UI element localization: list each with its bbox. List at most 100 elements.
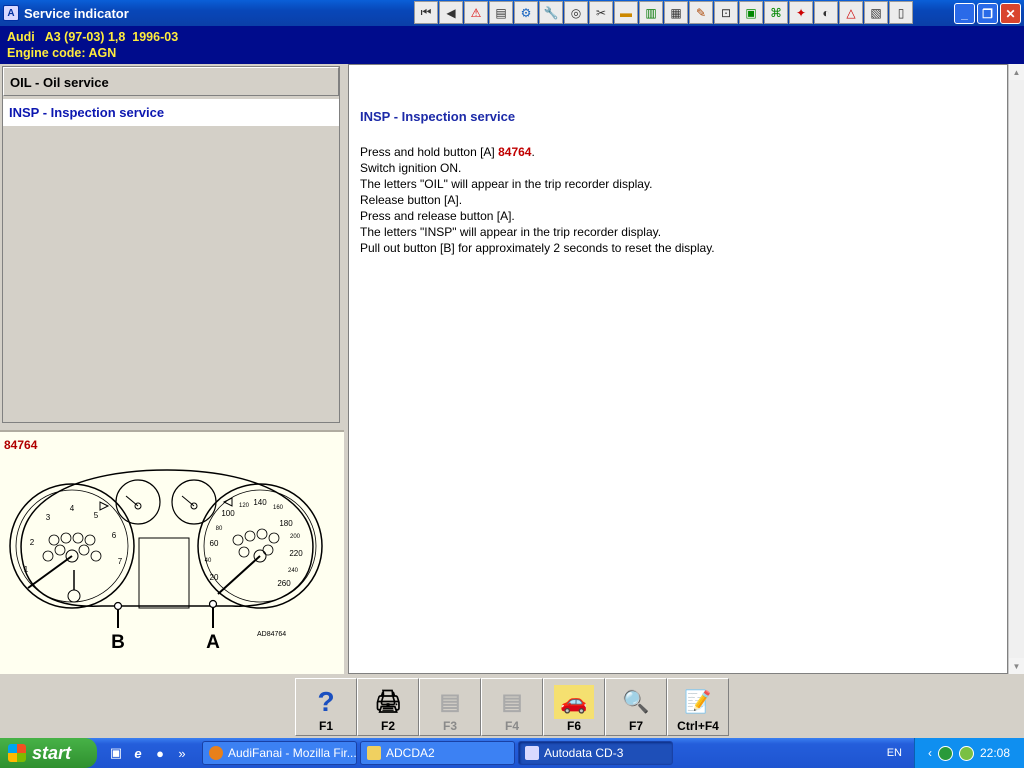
figure-reference-link[interactable]: 84764 bbox=[498, 145, 531, 159]
lift-icon[interactable]: ▥ bbox=[639, 1, 663, 24]
speed-tick-label: 200 bbox=[290, 534, 301, 540]
security-icon[interactable] bbox=[958, 745, 974, 761]
figure-code: 84764 bbox=[4, 438, 38, 452]
taskbar: start ▣ e ● » AudiFanai - Mozilla Fir...… bbox=[0, 738, 1024, 768]
left-panel: OIL - Oil service INSP - Inspection serv… bbox=[0, 64, 344, 674]
speed-tick-label: 60 bbox=[210, 539, 219, 548]
car-repair-icon[interactable]: ✦ bbox=[789, 1, 813, 24]
network-icon[interactable] bbox=[937, 745, 953, 761]
engine-code: Engine code: AGN bbox=[7, 46, 117, 60]
instruction-step: The letters "INSP" will appear in the tr… bbox=[360, 225, 662, 239]
first-icon[interactable]: ⏮ bbox=[414, 1, 438, 24]
speed-tick-label: 160 bbox=[273, 505, 284, 511]
sensor-icon[interactable]: ⊡ bbox=[714, 1, 738, 24]
scroll-down-icon[interactable]: ▼ bbox=[1009, 658, 1024, 674]
instruction-step: Switch ignition ON. bbox=[360, 161, 462, 175]
speed-tick-label: 100 bbox=[221, 509, 235, 518]
close-button[interactable]: ✕ bbox=[1000, 3, 1021, 24]
language-indicator[interactable]: EN bbox=[887, 747, 902, 759]
warning-icon[interactable]: ⚠ bbox=[464, 1, 488, 24]
engine-icon[interactable]: ⚙ bbox=[514, 1, 538, 24]
clock[interactable]: 22:08 bbox=[980, 746, 1010, 760]
speed-tick-label: 220 bbox=[289, 549, 303, 558]
scroll-up-icon[interactable]: ▲ bbox=[1009, 64, 1024, 80]
car-jack-icon[interactable]: ▦ bbox=[664, 1, 688, 24]
gauge-icon[interactable]: ◐ bbox=[814, 1, 838, 24]
task-firefox[interactable]: AudiFanai - Mozilla Fir... bbox=[202, 741, 357, 765]
instruction-step: The letters "OIL" will appear in the tri… bbox=[360, 177, 653, 191]
fkey-label: F6 bbox=[566, 719, 581, 733]
wrench-icon[interactable]: 🔧 bbox=[539, 1, 563, 24]
speed-tick-label: 180 bbox=[279, 519, 293, 528]
prev-icon[interactable]: ◀ bbox=[439, 1, 463, 24]
internet-explorer-icon[interactable]: e bbox=[129, 744, 147, 762]
title-bar: A Service indicator ⏮ ◀ ⚠ ▤ ⚙ 🔧 ◎ ✂ ▬ ▥ … bbox=[0, 0, 1024, 26]
speed-tick-label: 260 bbox=[277, 579, 291, 588]
step-text-end: . bbox=[531, 145, 535, 159]
f2-print-button[interactable]: 🖨 F2 bbox=[357, 678, 419, 736]
rev-tick-label: 1 bbox=[24, 565, 29, 574]
chevron-right-icon[interactable]: » bbox=[173, 744, 191, 762]
ctrl-f4-notepad-button[interactable]: 📝 Ctrl+F4 bbox=[667, 678, 729, 736]
tools-icon[interactable]: ✂ bbox=[589, 1, 613, 24]
button-b-label: B bbox=[111, 632, 125, 648]
note-icon[interactable]: ▯ bbox=[889, 1, 913, 24]
firefox-icon[interactable]: ● bbox=[151, 744, 169, 762]
restore-button[interactable]: ❐ bbox=[977, 3, 998, 24]
f3-image-prev-button[interactable]: ▤ F3 bbox=[419, 678, 481, 736]
task-label: AudiFanai - Mozilla Fir... bbox=[228, 746, 357, 760]
rev-tick-label: 2 bbox=[30, 538, 35, 547]
speed-tick-label: 120 bbox=[239, 503, 250, 509]
fkey-label: F1 bbox=[318, 719, 333, 733]
figure-ref: AD84764 bbox=[257, 631, 286, 638]
step-text: Press and hold button [A] bbox=[360, 145, 499, 159]
app-icon: A bbox=[3, 5, 19, 21]
magnifier-icon: 🔍 bbox=[622, 689, 650, 714]
triangle-icon[interactable]: △ bbox=[839, 1, 863, 24]
instruction-step: Pull out button [B] for approximately 2 … bbox=[360, 241, 715, 255]
windows-logo-icon bbox=[8, 744, 26, 762]
book-icon[interactable]: ▣ bbox=[739, 1, 763, 24]
speed-tick-label: 240 bbox=[288, 568, 299, 574]
show-desktop-icon[interactable]: ▣ bbox=[107, 744, 125, 762]
window-title: Service indicator bbox=[24, 5, 129, 21]
key-icon[interactable]: ⌘ bbox=[764, 1, 788, 24]
data-icon[interactable]: ▧ bbox=[864, 1, 888, 24]
diagram-icon[interactable]: ▤ bbox=[489, 1, 513, 24]
task-adcda2[interactable]: ADCDA2 bbox=[360, 741, 515, 765]
rev-tick-label: 3 bbox=[46, 513, 51, 522]
tyre-icon[interactable]: ◎ bbox=[564, 1, 588, 24]
rev-tick-label: 5 bbox=[94, 511, 99, 520]
f1-help-button[interactable]: ? F1 bbox=[295, 678, 357, 736]
belt-icon[interactable]: ▬ bbox=[614, 1, 638, 24]
vertical-scrollbar[interactable]: ▲ ▼ bbox=[1008, 64, 1024, 674]
button-a-label: A bbox=[206, 632, 220, 648]
car-data-icon: 🚗 bbox=[554, 685, 594, 719]
fuel-icon[interactable]: ✎ bbox=[689, 1, 713, 24]
f6-car-data-button[interactable]: 🚗 F6 bbox=[543, 678, 605, 736]
rev-tick-label: 4 bbox=[70, 504, 75, 513]
f4-image-next-button[interactable]: ▤ F4 bbox=[481, 678, 543, 736]
speed-tick-label: 140 bbox=[253, 498, 267, 507]
image-prev-icon: ▤ bbox=[439, 689, 461, 714]
task-autodata[interactable]: Autodata CD-3 bbox=[518, 741, 673, 765]
print-icon: 🖨 bbox=[374, 689, 402, 714]
task-label: ADCDA2 bbox=[386, 746, 435, 760]
quick-launch: ▣ e ● » bbox=[107, 744, 199, 762]
instruction-step: Press and release button [A]. bbox=[360, 209, 515, 223]
window-controls: _ ❐ ✕ bbox=[954, 3, 1021, 24]
notepad-icon: 📝 bbox=[684, 689, 712, 714]
minimize-button[interactable]: _ bbox=[954, 3, 975, 24]
tray-expand-icon[interactable]: ‹ bbox=[928, 746, 932, 760]
menu-item-oil-service[interactable]: OIL - Oil service bbox=[3, 67, 339, 96]
folder-icon bbox=[367, 746, 381, 760]
speed-tick-label: 40 bbox=[205, 558, 212, 564]
service-menu: OIL - Oil service INSP - Inspection serv… bbox=[2, 66, 340, 423]
fkey-label: F2 bbox=[380, 719, 395, 733]
toolbar: ⏮ ◀ ⚠ ▤ ⚙ 🔧 ◎ ✂ ▬ ▥ ▦ ✎ ⊡ ▣ ⌘ ✦ ◐ △ ▧ ▯ bbox=[414, 1, 913, 24]
help-icon: ? bbox=[317, 686, 335, 717]
menu-item-inspection-service[interactable]: INSP - Inspection service bbox=[3, 99, 339, 126]
f7-magnifier-button[interactable]: 🔍 F7 bbox=[605, 678, 667, 736]
system-tray: ‹ 22:08 bbox=[914, 738, 1024, 768]
start-button[interactable]: start bbox=[0, 738, 97, 768]
